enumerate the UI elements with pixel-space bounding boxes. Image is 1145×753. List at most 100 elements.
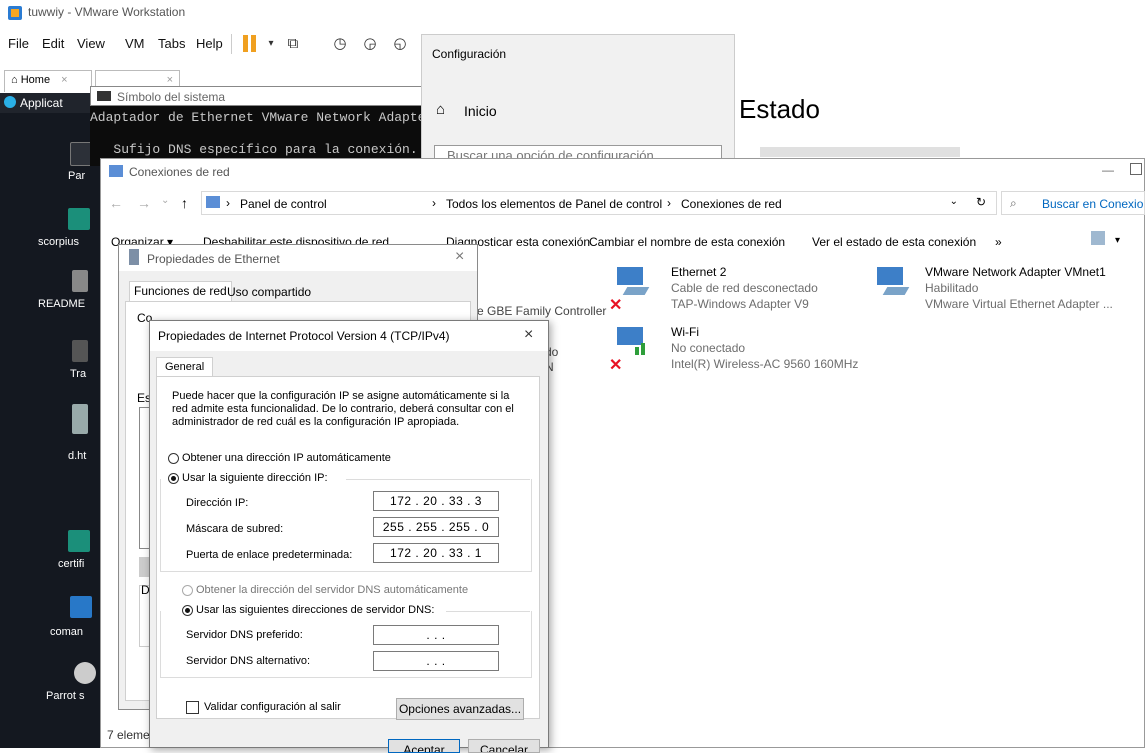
document-icon[interactable] [70,596,92,618]
cmd-console[interactable]: Adaptador de Ethernet VMware Network Ada… [90,106,449,166]
home-icon: ⌂ [436,101,446,118]
close-icon[interactable]: × [455,248,464,266]
ok-label: Aceptar [403,743,445,753]
folder-icon[interactable] [68,530,90,552]
tab-home[interactable]: ⌂ Home × [4,70,92,92]
ip-address-field[interactable]: 172 . 20 . 33 . 3 [373,491,499,511]
error-x-icon: ✕ [609,297,623,314]
group-border [446,611,530,612]
menu-vm[interactable]: VM [125,36,145,51]
close-icon[interactable]: × [524,326,533,344]
window-title: tuwwiy - VMware Workstation [28,5,186,19]
menu-view[interactable]: View [77,36,105,51]
chevron-right-icon: › [226,196,230,210]
minimize-icon[interactable]: — [1102,163,1114,177]
parrot-icon[interactable] [74,662,96,684]
auto-dns-radio[interactable] [182,585,193,596]
revert-snapshot-icon[interactable]: ◶ [361,35,379,53]
connection-item[interactable]: VMware Network Adapter VMnet1 Habilitado… [869,263,1145,313]
chevron-right-icon: › [667,196,671,210]
status-bar-text: 7 eleme [107,728,150,742]
text-file-icon[interactable] [72,270,88,292]
preferred-dns-label: Servidor DNS preferido: [186,629,303,641]
manage-snapshots-icon[interactable]: ◵ [391,35,409,53]
connection-item[interactable]: ✕ Ethernet 2 Cable de red desconectado T… [609,263,849,314]
trash-icon[interactable] [72,340,88,362]
gateway-field[interactable]: 172 . 20 . 33 . 1 [373,543,499,563]
settings-nav-pane: Configuración ⌂ Inicio Buscar una opción… [421,34,735,165]
chevron-down-icon[interactable]: ▾ [1115,235,1120,246]
html-file-icon[interactable] [72,404,88,434]
control-panel-icon [206,196,220,208]
forward-icon[interactable]: → [137,195,151,211]
pause-icon[interactable] [243,35,259,52]
breadcrumb-item[interactable]: Conexiones de red [681,197,782,211]
menu-edit[interactable]: Edit [42,36,64,51]
connection-item[interactable]: ✕ Wi-Fi No conectado Intel(R) Wireless-A… [609,323,869,374]
refresh-icon[interactable]: ↻ [976,195,986,209]
maximize-icon[interactable] [1130,163,1142,175]
auto-ip-label: Obtener una dirección IP automáticamente [182,452,391,464]
send-keys-icon[interactable]: ⧉ [284,35,302,53]
connection-name: Ethernet 2 [671,265,727,279]
chevron-down-icon[interactable]: ▾ [262,35,280,53]
back-icon[interactable]: ← [109,195,123,211]
folder-icon[interactable] [68,208,90,230]
rename-button[interactable]: Cambiar el nombre de esta conexión [589,235,785,249]
more-commands-button[interactable]: » [995,235,1002,249]
ok-button[interactable]: Aceptar [388,739,460,753]
tab-label: Uso compartido [227,285,312,299]
dialog-title: Propiedades de Internet Protocol Version… [158,329,450,343]
desktop-icon-label: Parrot s [46,690,85,702]
chevron-down-icon[interactable]: ⌄ [161,195,169,206]
close-icon[interactable]: × [167,74,173,86]
subnet-mask-field[interactable]: 255 . 255 . 255 . 0 [373,517,499,537]
alternate-dns-field[interactable]: . . . [373,651,499,671]
status-banner [760,147,960,157]
menu-file[interactable]: File [8,36,29,51]
tab-label: General [165,361,205,373]
vmware-titlebar: tuwwiy - VMware Workstation [0,0,1145,26]
search-placeholder: Buscar en Conexion [1042,197,1145,211]
connection-name: VMware Network Adapter VMnet1 [925,265,1106,279]
validate-label: Validar configuración al salir [204,701,341,713]
up-icon[interactable]: ↑ [181,195,188,211]
connection-status: Habilitado [925,281,979,295]
ip-address-label: Dirección IP: [186,497,249,509]
cmd-line: Adaptador de Ethernet VMware Network Ada… [90,110,449,125]
network-adapter-icon [613,267,650,297]
breadcrumb-item[interactable]: Panel de control [240,197,327,211]
address-bar[interactable]: › Panel de control › Todos los elementos… [201,191,997,215]
adapter-partial-text: e GBE Family Controller [477,304,607,318]
breadcrumb-item[interactable]: Todos los elementos de Panel de control [446,197,662,211]
advanced-button[interactable]: Opciones avanzadas... [396,698,524,720]
description-text: Puede hacer que la configuración IP se a… [172,390,514,428]
cancel-button[interactable]: Cancelar [468,739,540,753]
wifi-adapter-icon [613,327,647,357]
validate-checkbox[interactable] [186,701,199,714]
auto-ip-radio[interactable] [168,453,179,464]
network-title: Conexiones de red [129,165,230,179]
preferred-dns-field[interactable]: . . . [373,625,499,645]
vmware-logo-icon [8,6,22,20]
page-title: Estado [739,94,820,124]
cmd-icon [97,91,111,101]
snapshot-icon[interactable]: ◷ [331,35,349,53]
desktop-icon-label: Par [68,170,86,182]
connection-status: Cable de red desconectado [671,281,818,295]
network-adapter-icon [873,267,910,297]
search-input[interactable]: ⌕ Buscar en Conexion [1001,191,1145,215]
connection-name: Wi-Fi [671,325,699,339]
desktop-icon-label: scorpius [38,236,79,248]
desktop-icon-label: certifi [58,558,85,570]
chevron-down-icon[interactable]: ⌄ [950,196,958,207]
close-icon[interactable]: × [61,74,67,86]
tab-label: Funciones de red [134,284,227,298]
settings-home-link[interactable]: Inicio [464,103,497,119]
view-status-button[interactable]: Ver el estado de esta conexión [812,235,976,249]
tab-general[interactable]: General [156,357,214,377]
cmd-titlebar[interactable]: Símbolo del sistema [90,86,435,106]
menu-help[interactable]: Help [196,36,223,51]
view-options-icon[interactable] [1091,231,1105,245]
menu-tabs[interactable]: Tabs [158,36,185,51]
